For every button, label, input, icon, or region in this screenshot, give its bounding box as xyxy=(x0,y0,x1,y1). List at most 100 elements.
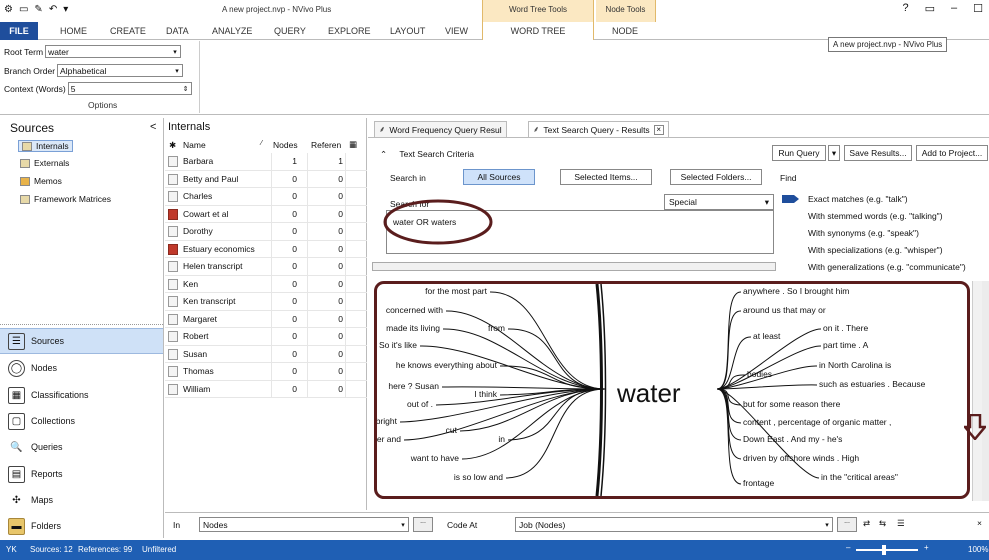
browse-code-at-button[interactable]: ... xyxy=(837,517,857,532)
add-to-project-button[interactable]: Add to Project... xyxy=(916,145,988,161)
word-tree-visualization[interactable]: water for the most part concerned with mad… xyxy=(374,281,970,499)
table-row[interactable]: Margaret 0 0 xyxy=(165,310,367,328)
search-in-all-sources-button[interactable]: All Sources xyxy=(463,169,535,185)
table-row[interactable]: Ken transcript 0 0 xyxy=(165,293,367,311)
zoom-slider[interactable] xyxy=(856,549,918,551)
tab-create[interactable]: CREATE xyxy=(110,26,146,36)
word-tree-phrase-right[interactable]: Down East . And my - he's xyxy=(743,434,842,444)
undo-icon[interactable]: ↶ xyxy=(49,4,57,15)
column-header-references[interactable]: Referen xyxy=(311,140,341,150)
table-row[interactable]: Barbara 1 1 xyxy=(165,153,367,171)
tab-word-tree[interactable]: WORD TREE xyxy=(482,22,594,40)
table-row[interactable]: Estuary economics 0 0 xyxy=(165,240,367,258)
nav-item-memos[interactable]: Memos xyxy=(20,176,62,186)
word-tree-phrase-left[interactable]: in xyxy=(498,434,505,444)
save-icon[interactable]: ▭ xyxy=(19,4,28,15)
run-query-button[interactable]: Run Query xyxy=(772,145,826,161)
tab-analyze[interactable]: ANALYZE xyxy=(212,26,252,36)
tab-word-frequency-results[interactable]: ⸙ Word Frequency Query Resul xyxy=(374,121,507,137)
zoom-in-icon[interactable]: + xyxy=(924,543,929,552)
column-header-nodes[interactable]: Nodes xyxy=(273,140,298,150)
word-tree-phrase-right[interactable]: anywhere . So I brought him xyxy=(743,286,849,296)
word-tree-phrase-left[interactable]: concerned with xyxy=(386,305,443,315)
nav-button-folders[interactable]: ▬ Folders xyxy=(0,513,163,539)
tab-query[interactable]: QUERY xyxy=(274,26,306,36)
nav-button-maps[interactable]: ✣ Maps xyxy=(0,487,163,513)
code-icon[interactable]: ⇄ xyxy=(863,518,870,529)
word-tree-phrase-right[interactable]: but for some reason there xyxy=(743,399,840,409)
word-tree-phrase-left[interactable]: cut xyxy=(446,425,457,435)
word-tree-phrase-right[interactable]: part time . A xyxy=(823,340,868,350)
save-results-button[interactable]: Save Results... xyxy=(844,145,912,161)
close-icon[interactable]: × xyxy=(653,124,664,135)
maximize-icon[interactable]: ☐ xyxy=(973,2,983,15)
code-at-select[interactable]: Job (Nodes) ▾ xyxy=(515,517,833,532)
word-tree-phrase-right[interactable]: around us that may or xyxy=(743,305,826,315)
in-select[interactable]: Nodes ▾ xyxy=(199,517,409,532)
nav-item-framework-matrices[interactable]: Framework Matrices xyxy=(20,194,111,204)
word-tree-root[interactable]: water xyxy=(617,378,681,409)
tab-view[interactable]: VIEW xyxy=(445,26,468,36)
filter-status[interactable]: Unfiltered xyxy=(142,545,176,554)
table-row[interactable]: Cowart et al 0 0 xyxy=(165,205,367,223)
nav-button-classifications[interactable]: ▦ Classifications xyxy=(0,382,163,408)
edit-icon[interactable]: ✎ xyxy=(34,4,42,15)
context-words-stepper[interactable]: 5 ⇕ xyxy=(67,82,192,95)
word-tree-phrase-left[interactable]: is so low and xyxy=(454,472,503,482)
word-tree-phrase-right[interactable]: such as estuaries . Because xyxy=(819,379,925,389)
nav-item-internals[interactable]: Internals xyxy=(18,140,73,152)
uncode-icon[interactable]: ⇆ xyxy=(879,518,886,529)
nav-item-externals[interactable]: Externals xyxy=(20,158,69,168)
find-option-exact[interactable]: Exact matches (e.g. "talk") xyxy=(808,194,908,204)
word-tree-phrase-right[interactable]: at least xyxy=(753,331,780,341)
tab-data[interactable]: DATA xyxy=(166,26,189,36)
word-tree-phrase-right[interactable]: in North Carolina is xyxy=(819,360,891,370)
word-tree-phrase-left[interactable]: er and xyxy=(377,434,401,444)
find-option-generalizations[interactable]: With generalizations (e.g. "communicate"… xyxy=(808,262,966,272)
word-tree-phrase-left[interactable]: out of . xyxy=(407,399,433,409)
nav-button-queries[interactable]: 🔍 Queries xyxy=(0,434,163,460)
table-row[interactable]: Dorothy 0 0 xyxy=(165,223,367,241)
customize-icon[interactable]: ▾ xyxy=(63,4,68,15)
word-tree-phrase-right[interactable]: driven by offshore winds . High xyxy=(743,453,859,463)
coding-stripes-icon[interactable]: ☰ xyxy=(897,518,905,529)
word-tree-phrase-right[interactable]: bodies xyxy=(747,369,772,379)
tab-explore[interactable]: EXPLORE xyxy=(328,26,371,36)
nav-button-reports[interactable]: ▤ Reports xyxy=(0,461,163,487)
find-slider-pointer-icon[interactable] xyxy=(782,194,800,204)
table-row[interactable]: Charles 0 0 xyxy=(165,188,367,206)
tab-node[interactable]: NODE xyxy=(612,26,638,36)
zoom-level[interactable]: 100% xyxy=(968,545,988,554)
table-row[interactable]: Helen transcript 0 0 xyxy=(165,258,367,276)
table-row[interactable]: William 0 0 xyxy=(165,380,367,398)
tab-text-search-results[interactable]: ⸙ Text Search Query - Results × xyxy=(528,121,669,137)
word-tree-phrase-left[interactable]: he knows everything about xyxy=(396,360,497,370)
browse-in-button[interactable]: ... xyxy=(413,517,433,532)
word-tree-phrase-left[interactable]: here ? Susan xyxy=(388,381,439,391)
word-tree-phrase-right[interactable]: frontage xyxy=(743,478,774,488)
table-row[interactable]: Robert 0 0 xyxy=(165,328,367,346)
search-in-selected-folders-button[interactable]: Selected Folders... xyxy=(670,169,762,185)
nav-button-sources[interactable]: ☰ Sources xyxy=(0,328,163,354)
word-tree-phrase-left[interactable]: I think xyxy=(474,389,497,399)
help-icon[interactable]: ? xyxy=(902,2,908,15)
word-tree-phrase-left[interactable]: for the most part xyxy=(425,286,487,296)
table-row[interactable]: Susan 0 0 xyxy=(165,345,367,363)
special-dropdown[interactable]: Special ▾ xyxy=(664,194,774,210)
word-tree-phrase-right[interactable]: on it . There xyxy=(823,323,868,333)
find-option-stemmed[interactable]: With stemmed words (e.g. "talking") xyxy=(808,211,943,221)
tab-layout[interactable]: LAYOUT xyxy=(390,26,425,36)
word-tree-phrase-left[interactable]: So it's like xyxy=(379,340,417,350)
nav-splitter[interactable] xyxy=(0,324,163,327)
spin-icon[interactable]: ⇕ xyxy=(181,85,191,93)
minimize-icon[interactable]: – xyxy=(951,2,957,15)
side-panel-strip[interactable] xyxy=(982,281,989,501)
table-row[interactable]: Ken 0 0 xyxy=(165,275,367,293)
column-header-name[interactable]: Name xyxy=(183,140,206,150)
criteria-header[interactable]: ⌃ Text Search Criteria xyxy=(380,149,474,160)
tree-vertical-scrollbar[interactable] xyxy=(972,281,982,501)
close-icon[interactable]: × xyxy=(977,518,982,528)
search-in-selected-items-button[interactable]: Selected Items... xyxy=(560,169,652,185)
criteria-horizontal-scrollbar[interactable] xyxy=(372,262,776,271)
table-row[interactable]: Thomas 0 0 xyxy=(165,363,367,381)
